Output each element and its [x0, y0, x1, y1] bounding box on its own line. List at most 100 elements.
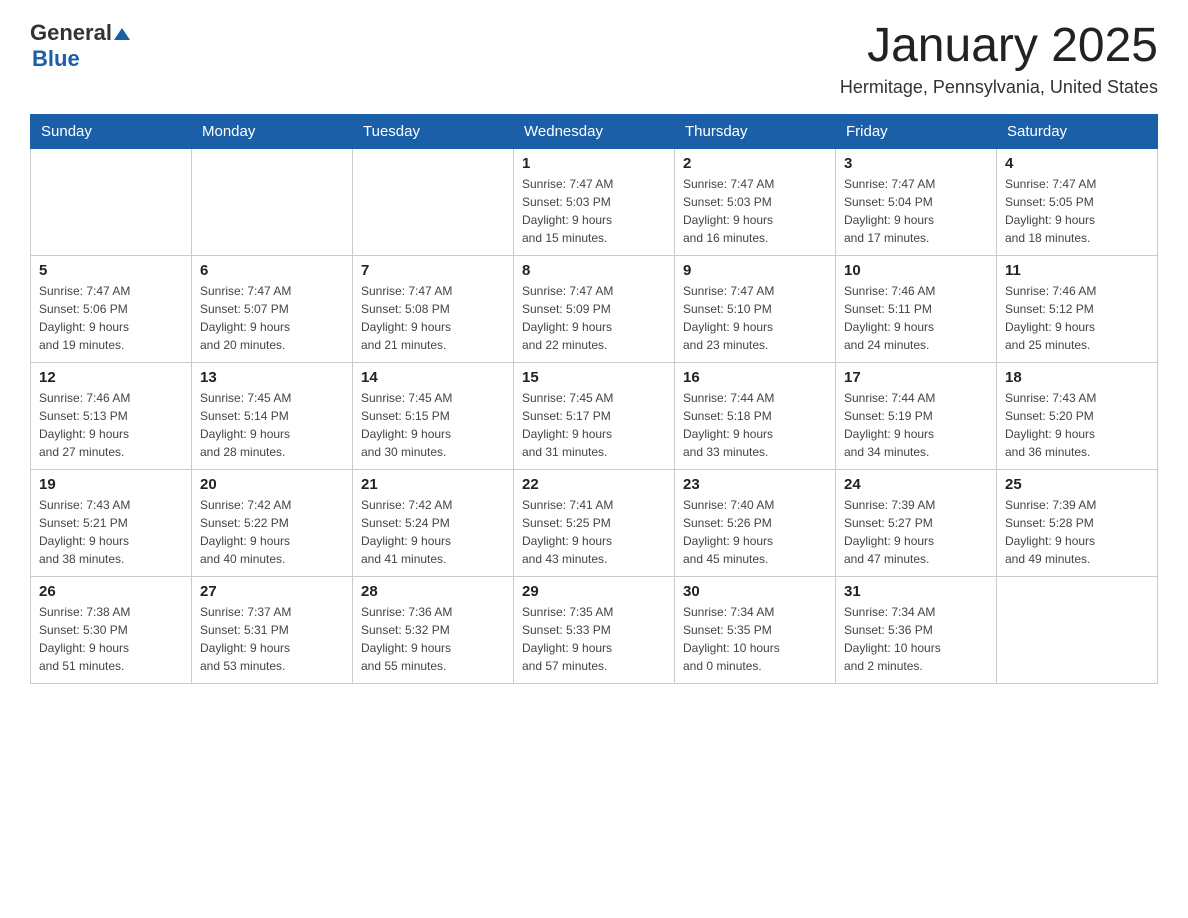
calendar-table: SundayMondayTuesdayWednesdayThursdayFrid… — [30, 114, 1158, 684]
calendar-cell: 15 Sunrise: 7:45 AM Sunset: 5:17 PM Dayli… — [514, 362, 675, 469]
calendar-cell: 13Sunrise: 7:45 AM Sunset: 5:14 PM Dayli… — [192, 362, 353, 469]
calendar-cell: 20Sunrise: 7:42 AM Sunset: 5:22 PM Dayli… — [192, 469, 353, 576]
day-info: Sunrise: 7:39 AM Sunset: 5:27 PM Dayligh… — [844, 496, 988, 568]
day-number: 6 — [200, 262, 344, 279]
day-number: 7 — [361, 262, 505, 279]
day-number: 13 — [200, 369, 344, 386]
day-number: 17 — [844, 369, 988, 386]
calendar-weekday-thursday: Thursday — [675, 114, 836, 148]
calendar-cell — [31, 148, 192, 255]
day-info: Sunrise: 7:34 AM Sunset: 5:36 PM Dayligh… — [844, 603, 988, 675]
logo-blue-text: Blue — [32, 46, 80, 71]
day-info: Sunrise: 7:47 AM Sunset: 5:09 PM Dayligh… — [522, 282, 666, 354]
calendar-cell: 23 Sunrise: 7:40 AM Sunset: 5:26 PM Dayli… — [675, 469, 836, 576]
day-info: Sunrise: 7:47 AM Sunset: 5:03 PM Dayligh… — [683, 175, 827, 247]
calendar-cell: 11 Sunrise: 7:46 AM Sunset: 5:12 PM Dayli… — [997, 255, 1158, 362]
logo-general-text: General — [30, 20, 112, 46]
day-info: Sunrise: 7:44 AM Sunset: 5:18 PM Dayligh… — [683, 389, 827, 461]
day-info: Sunrise: 7:38 AM Sunset: 5:30 PM Dayligh… — [39, 603, 183, 675]
day-number: 8 — [522, 262, 666, 279]
day-number: 26 — [39, 583, 183, 600]
day-info: Sunrise: 7:45 AM Sunset: 5:15 PM Dayligh… — [361, 389, 505, 461]
calendar-week-row-2: 5 Sunrise: 7:47 AM Sunset: 5:06 PM Daylig… — [31, 255, 1158, 362]
calendar-cell: 6 Sunrise: 7:47 AM Sunset: 5:07 PM Daylig… — [192, 255, 353, 362]
day-number: 15 — [522, 369, 666, 386]
calendar-cell: 16 Sunrise: 7:44 AM Sunset: 5:18 PM Dayli… — [675, 362, 836, 469]
calendar-cell: 18Sunrise: 7:43 AM Sunset: 5:20 PM Dayli… — [997, 362, 1158, 469]
location-subtitle: Hermitage, Pennsylvania, United States — [840, 77, 1158, 98]
day-info: Sunrise: 7:47 AM Sunset: 5:04 PM Dayligh… — [844, 175, 988, 247]
calendar-cell — [353, 148, 514, 255]
day-number: 30 — [683, 583, 827, 600]
calendar-weekday-sunday: Sunday — [31, 114, 192, 148]
day-info: Sunrise: 7:44 AM Sunset: 5:19 PM Dayligh… — [844, 389, 988, 461]
day-number: 10 — [844, 262, 988, 279]
day-info: Sunrise: 7:39 AM Sunset: 5:28 PM Dayligh… — [1005, 496, 1149, 568]
calendar-weekday-saturday: Saturday — [997, 114, 1158, 148]
calendar-cell: 4 Sunrise: 7:47 AM Sunset: 5:05 PM Daylig… — [997, 148, 1158, 255]
day-number: 1 — [522, 155, 666, 172]
day-info: Sunrise: 7:46 AM Sunset: 5:11 PM Dayligh… — [844, 282, 988, 354]
day-info: Sunrise: 7:34 AM Sunset: 5:35 PM Dayligh… — [683, 603, 827, 675]
day-info: Sunrise: 7:35 AM Sunset: 5:33 PM Dayligh… — [522, 603, 666, 675]
day-info: Sunrise: 7:47 AM Sunset: 5:10 PM Dayligh… — [683, 282, 827, 354]
calendar-cell: 5 Sunrise: 7:47 AM Sunset: 5:06 PM Daylig… — [31, 255, 192, 362]
day-info: Sunrise: 7:47 AM Sunset: 5:08 PM Dayligh… — [361, 282, 505, 354]
day-info: Sunrise: 7:41 AM Sunset: 5:25 PM Dayligh… — [522, 496, 666, 568]
day-info: Sunrise: 7:40 AM Sunset: 5:26 PM Dayligh… — [683, 496, 827, 568]
day-number: 16 — [683, 369, 827, 386]
page-header: General Blue January 2025 Hermitage, Pen… — [30, 20, 1158, 98]
day-info: Sunrise: 7:43 AM Sunset: 5:20 PM Dayligh… — [1005, 389, 1149, 461]
calendar-cell: 25 Sunrise: 7:39 AM Sunset: 5:28 PM Dayli… — [997, 469, 1158, 576]
day-number: 11 — [1005, 262, 1149, 279]
day-info: Sunrise: 7:37 AM Sunset: 5:31 PM Dayligh… — [200, 603, 344, 675]
day-number: 4 — [1005, 155, 1149, 172]
day-number: 14 — [361, 369, 505, 386]
day-number: 19 — [39, 476, 183, 493]
calendar-header-row: SundayMondayTuesdayWednesdayThursdayFrid… — [31, 114, 1158, 148]
day-info: Sunrise: 7:47 AM Sunset: 5:07 PM Dayligh… — [200, 282, 344, 354]
calendar-cell: 14 Sunrise: 7:45 AM Sunset: 5:15 PM Dayli… — [353, 362, 514, 469]
day-number: 20 — [200, 476, 344, 493]
calendar-cell: 3 Sunrise: 7:47 AM Sunset: 5:04 PM Daylig… — [836, 148, 997, 255]
day-number: 3 — [844, 155, 988, 172]
day-number: 27 — [200, 583, 344, 600]
calendar-weekday-tuesday: Tuesday — [353, 114, 514, 148]
day-number: 21 — [361, 476, 505, 493]
day-info: Sunrise: 7:46 AM Sunset: 5:12 PM Dayligh… — [1005, 282, 1149, 354]
logo: General Blue — [30, 20, 130, 72]
day-info: Sunrise: 7:46 AM Sunset: 5:13 PM Dayligh… — [39, 389, 183, 461]
calendar-cell: 27 Sunrise: 7:37 AM Sunset: 5:31 PM Dayli… — [192, 576, 353, 683]
calendar-cell: 10 Sunrise: 7:46 AM Sunset: 5:11 PM Dayli… — [836, 255, 997, 362]
month-year-title: January 2025 — [840, 20, 1158, 73]
day-info: Sunrise: 7:45 AM Sunset: 5:17 PM Dayligh… — [522, 389, 666, 461]
day-info: Sunrise: 7:47 AM Sunset: 5:05 PM Dayligh… — [1005, 175, 1149, 247]
calendar-week-row-1: 1 Sunrise: 7:47 AM Sunset: 5:03 PM Daylig… — [31, 148, 1158, 255]
calendar-cell — [192, 148, 353, 255]
calendar-cell: 1Sunrise: 7:47 AM Sunset: 5:03 PM Daylig… — [514, 148, 675, 255]
day-number: 23 — [683, 476, 827, 493]
day-number: 28 — [361, 583, 505, 600]
calendar-cell: 19 Sunrise: 7:43 AM Sunset: 5:21 PM Dayli… — [31, 469, 192, 576]
title-section: January 2025 Hermitage, Pennsylvania, Un… — [840, 20, 1158, 98]
day-number: 24 — [844, 476, 988, 493]
calendar-week-row-3: 12Sunrise: 7:46 AM Sunset: 5:13 PM Dayli… — [31, 362, 1158, 469]
calendar-cell: 7 Sunrise: 7:47 AM Sunset: 5:08 PM Daylig… — [353, 255, 514, 362]
day-number: 9 — [683, 262, 827, 279]
day-number: 5 — [39, 262, 183, 279]
day-info: Sunrise: 7:43 AM Sunset: 5:21 PM Dayligh… — [39, 496, 183, 568]
calendar-weekday-wednesday: Wednesday — [514, 114, 675, 148]
calendar-cell: 8 Sunrise: 7:47 AM Sunset: 5:09 PM Daylig… — [514, 255, 675, 362]
day-number: 31 — [844, 583, 988, 600]
calendar-cell: 22Sunrise: 7:41 AM Sunset: 5:25 PM Dayli… — [514, 469, 675, 576]
calendar-weekday-friday: Friday — [836, 114, 997, 148]
calendar-weekday-monday: Monday — [192, 114, 353, 148]
calendar-cell: 31 Sunrise: 7:34 AM Sunset: 5:36 PM Dayli… — [836, 576, 997, 683]
calendar-cell: 26 Sunrise: 7:38 AM Sunset: 5:30 PM Dayli… — [31, 576, 192, 683]
calendar-cell: 9 Sunrise: 7:47 AM Sunset: 5:10 PM Daylig… — [675, 255, 836, 362]
calendar-cell: 2Sunrise: 7:47 AM Sunset: 5:03 PM Daylig… — [675, 148, 836, 255]
day-info: Sunrise: 7:47 AM Sunset: 5:06 PM Dayligh… — [39, 282, 183, 354]
calendar-week-row-5: 26 Sunrise: 7:38 AM Sunset: 5:30 PM Dayli… — [31, 576, 1158, 683]
day-number: 25 — [1005, 476, 1149, 493]
day-number: 29 — [522, 583, 666, 600]
